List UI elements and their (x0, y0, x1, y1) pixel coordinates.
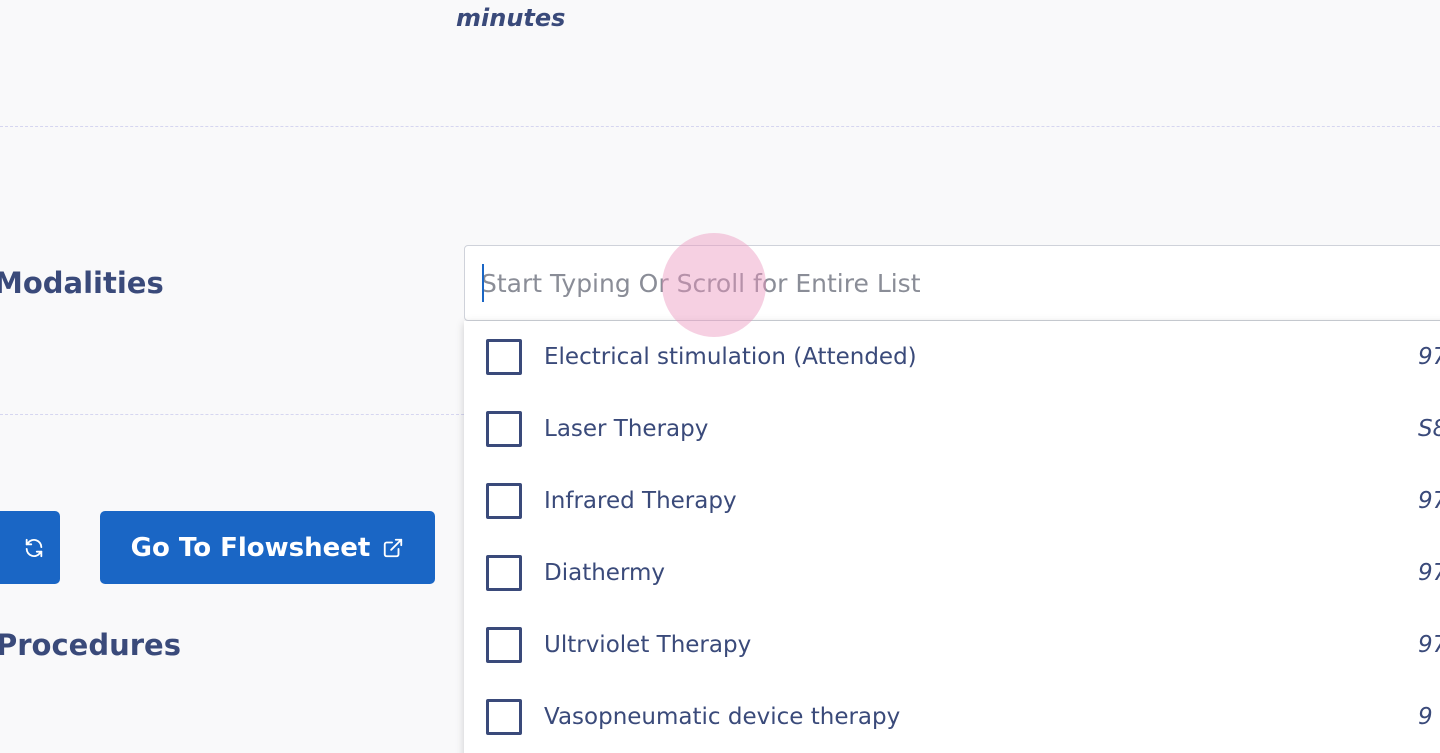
section-divider (0, 414, 464, 415)
modalities-heading: Modalities (0, 266, 164, 300)
option-checkbox[interactable] (486, 483, 522, 519)
option-code: 9 (1418, 704, 1433, 730)
dropdown-option[interactable]: Infrared Therapy 97 (464, 465, 1440, 537)
option-code: 97 (1418, 488, 1440, 514)
option-label: Ultrviolet Therapy (544, 632, 752, 658)
modalities-dropdown-list[interactable]: Electrical stimulation (Attended) 97 Las… (464, 321, 1440, 753)
minutes-label: minutes (456, 4, 566, 32)
text-cursor (482, 264, 484, 302)
go-to-flowsheet-button[interactable]: Go To Flowsheet (100, 511, 435, 584)
option-checkbox[interactable] (486, 411, 522, 447)
click-indicator (662, 233, 766, 337)
refresh-icon (25, 538, 43, 557)
go-to-flowsheet-label: Go To Flowsheet (130, 532, 371, 563)
option-checkbox[interactable] (486, 627, 522, 663)
option-code: S8 (1418, 416, 1440, 442)
section-divider (0, 126, 1440, 127)
dropdown-option[interactable]: Diathermy 97 (464, 537, 1440, 609)
option-label: Laser Therapy (544, 416, 709, 442)
refresh-button[interactable] (0, 511, 60, 584)
dropdown-option[interactable]: Ultrviolet Therapy 97 (464, 609, 1440, 681)
procedures-heading: Procedures (0, 628, 181, 662)
dropdown-option[interactable]: Laser Therapy S8 (464, 393, 1440, 465)
option-label: Electrical stimulation (Attended) (544, 344, 917, 370)
dropdown-option[interactable]: Electrical stimulation (Attended) 97 (464, 321, 1440, 393)
dropdown-option[interactable]: Vasopneumatic device therapy 9 (464, 681, 1440, 753)
option-label: Vasopneumatic device therapy (544, 704, 901, 730)
option-code: 97 (1418, 560, 1440, 586)
option-checkbox[interactable] (486, 555, 522, 591)
option-checkbox[interactable] (486, 699, 522, 735)
option-code: 97 (1418, 632, 1440, 658)
option-code: 97 (1418, 344, 1440, 370)
modalities-search-box[interactable] (464, 245, 1440, 321)
page: minutes Modalities Go To Flowsheet Proce… (0, 0, 1440, 753)
option-label: Infrared Therapy (544, 488, 737, 514)
modalities-search-input[interactable] (481, 262, 1281, 304)
option-checkbox[interactable] (486, 339, 522, 375)
external-link-icon (384, 538, 403, 557)
option-label: Diathermy (544, 560, 666, 586)
